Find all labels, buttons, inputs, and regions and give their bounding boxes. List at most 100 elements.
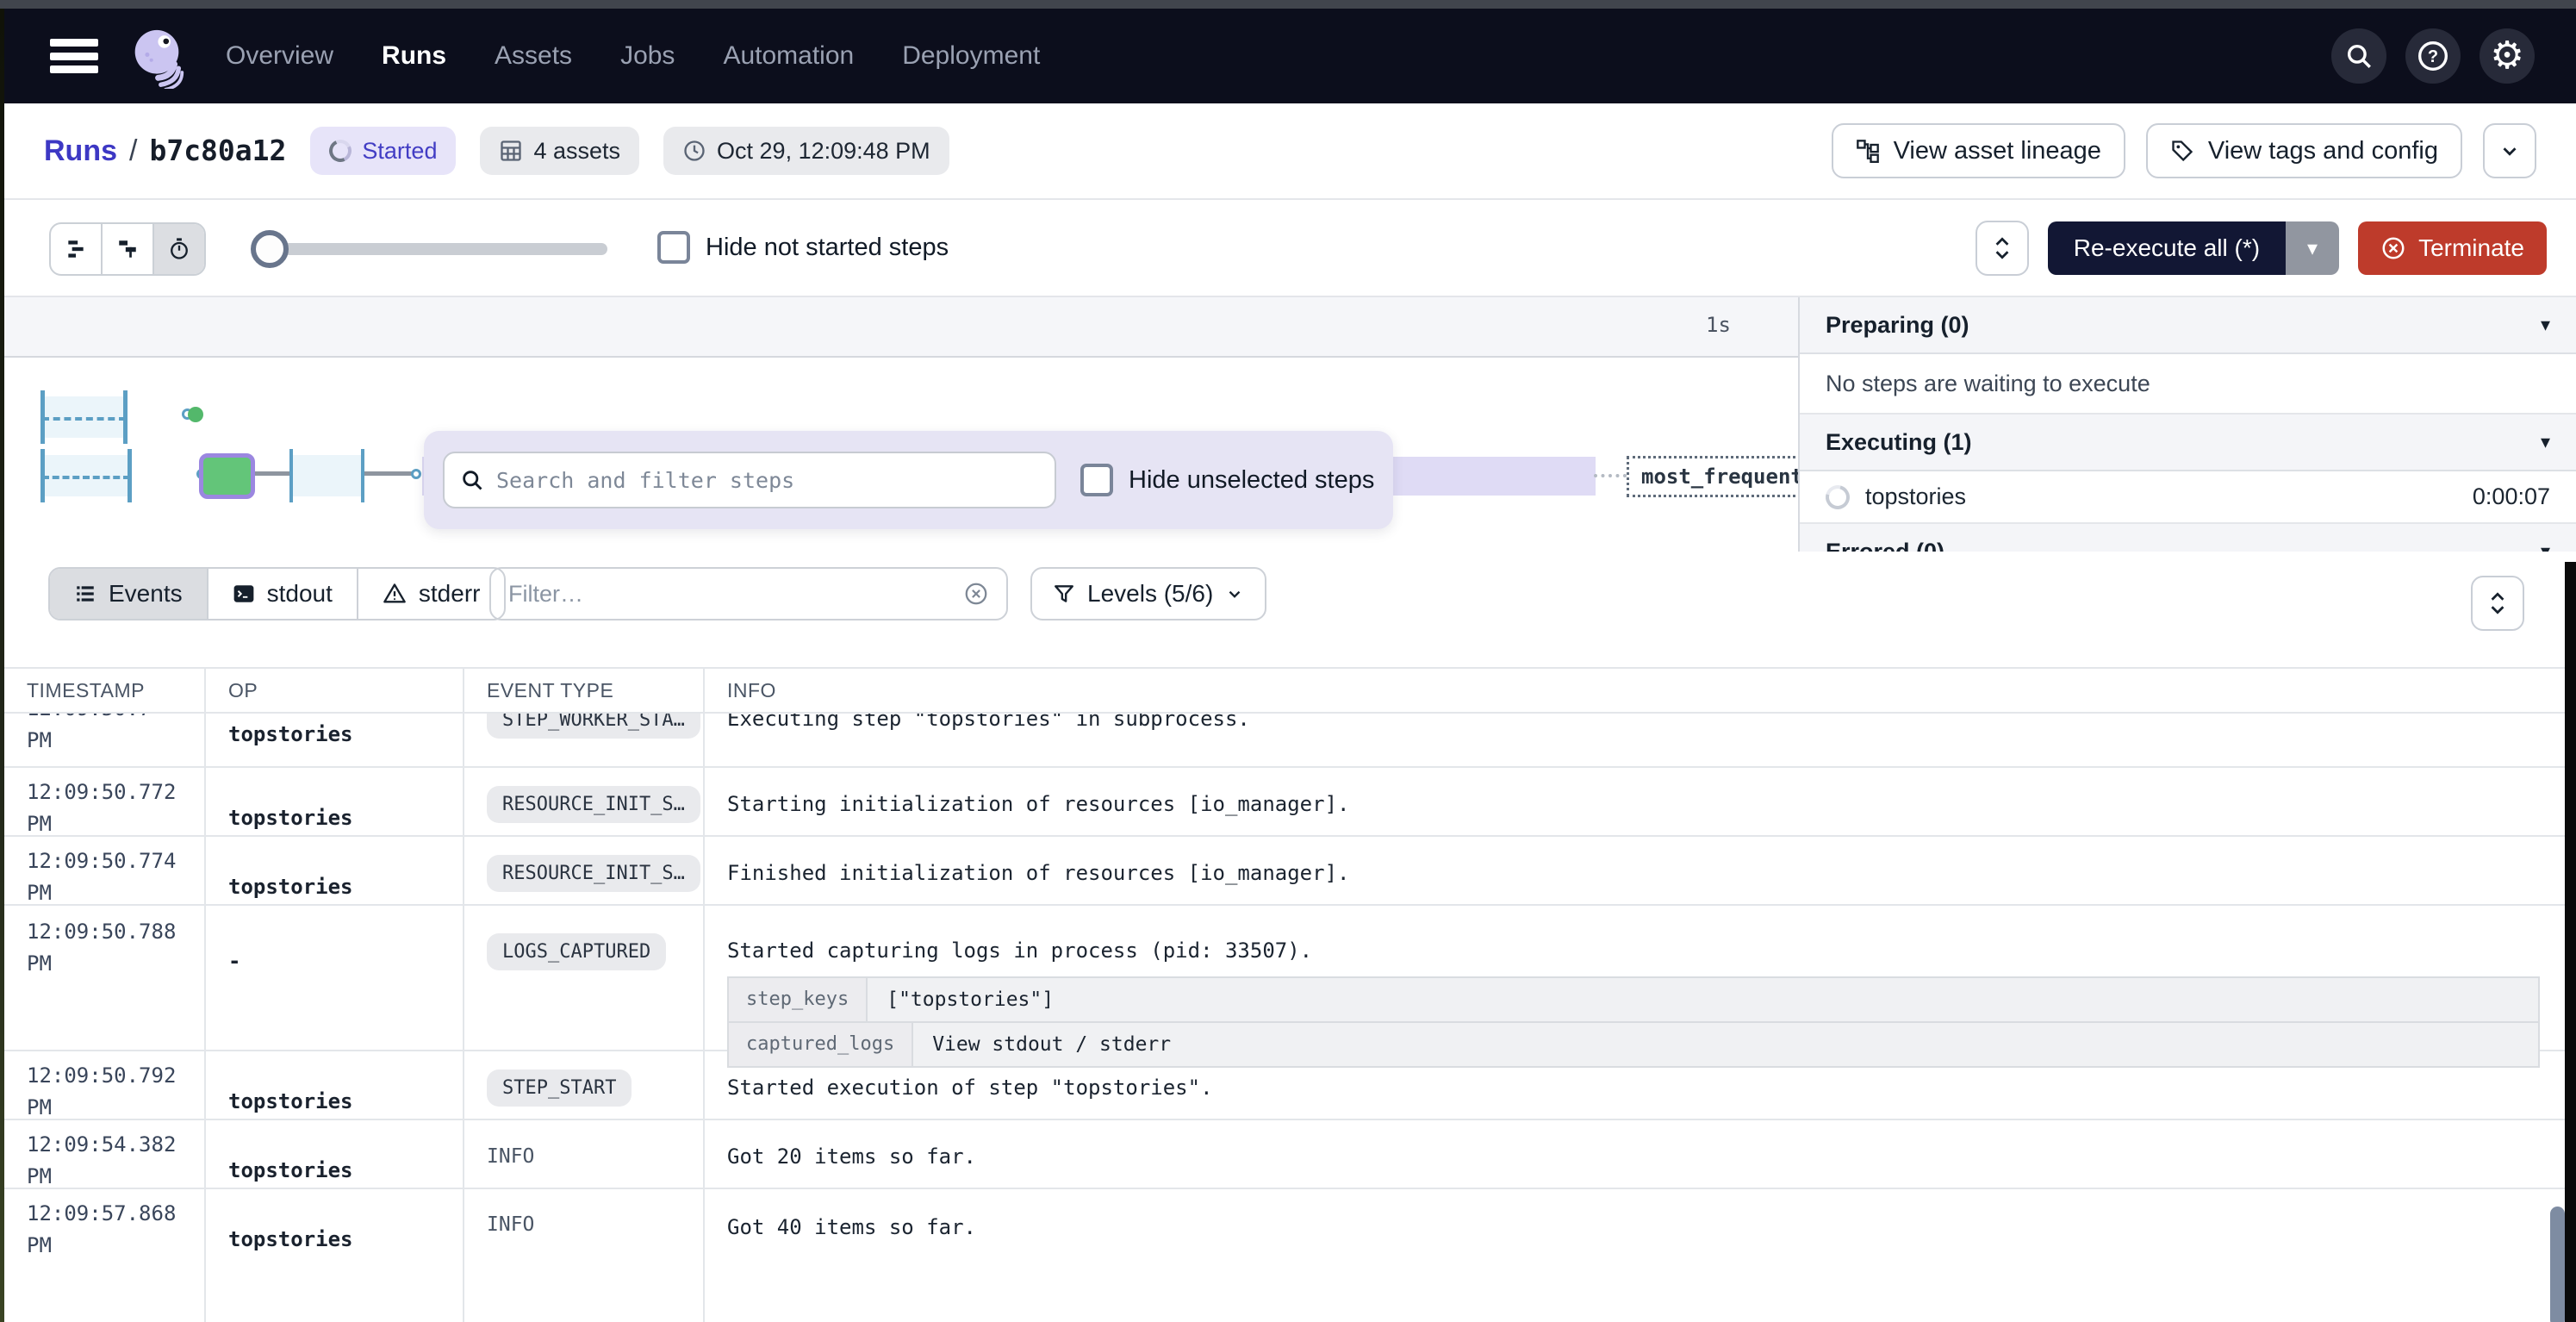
dagster-logo-icon[interactable] — [124, 23, 190, 89]
clear-filter-icon[interactable] — [963, 581, 989, 607]
gantt-tick-1s: 1s — [1706, 313, 1731, 337]
executing-step-row[interactable]: topstories 0:00:07 — [1800, 471, 2576, 524]
run-id: b7c80a12 — [149, 134, 286, 167]
tag-icon — [2170, 139, 2194, 163]
gantt-chart: 1s most_frequent — [4, 297, 1798, 552]
nav-automation[interactable]: Automation — [723, 41, 854, 71]
desktop-edge-sliver — [0, 9, 4, 1322]
levels-dropdown-button[interactable]: Levels (5/6) — [1030, 567, 1266, 620]
collapse-caret-icon: ▾ — [2541, 540, 2550, 552]
updown-chevrons-icon — [2486, 590, 2509, 616]
tab-events[interactable]: Events — [50, 569, 208, 619]
spinner-icon — [1821, 480, 1854, 513]
hide-not-started-label: Hide not started steps — [706, 234, 949, 262]
page-scrollbar-rail[interactable] — [2565, 562, 2576, 1322]
status-badge: Started — [310, 127, 456, 175]
reexecute-split-button: Re-execute all (*) ▾ — [2048, 221, 2339, 275]
breadcrumb-runs-link[interactable]: Runs — [44, 134, 117, 168]
view-asset-lineage-button[interactable]: View asset lineage — [1832, 123, 2125, 178]
assets-badge[interactable]: 4 assets — [480, 127, 639, 175]
run-header: Runs / b7c80a12 Started 4 assets Oct 29,… — [4, 103, 2576, 200]
log-row[interactable]: 12:09:50.792PM topstories STEP_START Sta… — [4, 1051, 2566, 1120]
gantt-toolbar: Hide not started steps Re-execute all (*… — [4, 200, 2576, 297]
not-started-step-box[interactable] — [40, 396, 128, 438]
chevron-down-icon — [2498, 140, 2521, 162]
terminal-icon — [233, 583, 255, 605]
svg-text:?: ? — [2428, 47, 2438, 66]
run-actions-dropdown-button[interactable] — [2483, 123, 2536, 178]
search-icon — [460, 468, 484, 492]
waterfall-icon — [116, 238, 139, 260]
warning-triangle-icon — [383, 582, 407, 606]
spinner-icon — [327, 136, 355, 165]
not-started-step-box[interactable] — [40, 455, 132, 496]
log-row[interactable]: 12:09:54.382PM topstories INFO Got 20 it… — [4, 1120, 2566, 1189]
gantt-mode-flat-button[interactable] — [51, 224, 103, 274]
stopwatch-icon — [167, 237, 191, 261]
breadcrumb-separator: / — [129, 134, 137, 168]
main-nav: Overview Runs Assets Jobs Automation Dep… — [226, 41, 1040, 71]
updown-chevrons-icon — [1991, 235, 2013, 261]
log-filter-input[interactable] — [508, 581, 951, 608]
col-info: INFO — [705, 669, 2566, 712]
collapse-caret-icon: ▾ — [2541, 314, 2550, 336]
section-executing[interactable]: Executing (1) ▾ — [1800, 415, 2576, 471]
flat-list-icon — [65, 238, 87, 260]
expand-panel-button[interactable] — [1976, 221, 2029, 276]
expand-log-panel-button[interactable] — [2471, 576, 2524, 631]
events-toolbar: Events stdout stderr — [4, 552, 2576, 667]
asset-grid-icon — [499, 139, 523, 163]
gantt-mode-timed-button[interactable] — [154, 224, 204, 274]
event-log-table: TIMESTAMP OP EVENT TYPE INFO 12:09:50.7P… — [4, 667, 2566, 1322]
settings-button[interactable]: ⚙ — [2480, 28, 2535, 84]
gantt-zoom-slider[interactable] — [257, 243, 607, 255]
gantt-zoom-slider-handle[interactable] — [251, 230, 289, 268]
gantt-mode-waterfall-button[interactable] — [103, 224, 154, 274]
clock-icon — [682, 139, 706, 163]
help-icon: ? — [2416, 39, 2450, 73]
reexecute-all-button[interactable]: Re-execute all (*) — [2048, 221, 2286, 275]
nav-overview[interactable]: Overview — [226, 41, 333, 71]
hide-unselected-checkbox[interactable] — [1080, 464, 1113, 496]
start-time-badge: Oct 29, 12:09:48 PM — [663, 127, 949, 175]
search-button[interactable] — [2331, 28, 2386, 84]
terminate-button[interactable]: Terminate — [2358, 221, 2547, 275]
pending-step-box[interactable] — [289, 455, 364, 496]
section-errored[interactable]: Errored (0) ▾ — [1800, 524, 2576, 552]
col-timestamp: TIMESTAMP — [4, 669, 206, 712]
search-icon — [2344, 41, 2374, 71]
nav-assets[interactable]: Assets — [495, 41, 572, 71]
event-list-icon — [74, 583, 96, 605]
chevron-down-icon — [1225, 584, 1244, 603]
log-filter-box — [489, 567, 1008, 620]
log-row[interactable]: 12:09:50.788PM - LOGS_CAPTURED Started c… — [4, 906, 2566, 1051]
nav-jobs[interactable]: Jobs — [620, 41, 675, 71]
step-box-most-frequent[interactable]: most_frequent — [1627, 456, 1798, 497]
nav-runs[interactable]: Runs — [382, 41, 446, 71]
log-tabs: Events stdout stderr — [48, 567, 506, 620]
view-tags-config-button[interactable]: View tags and config — [2146, 123, 2462, 178]
log-row[interactable]: 12:09:50.772PM topstories RESOURCE_INIT_… — [4, 768, 2566, 837]
run-steps-panel: Preparing (0) ▾ No steps are waiting to … — [1798, 297, 2576, 552]
tab-stdout[interactable]: stdout — [208, 569, 358, 619]
gear-icon: ⚙ — [2490, 37, 2523, 75]
log-table-header: TIMESTAMP OP EVENT TYPE INFO — [4, 667, 2566, 714]
help-button[interactable]: ? — [2405, 28, 2461, 84]
hide-not-started-checkbox[interactable] — [657, 231, 690, 264]
hamburger-menu-icon[interactable] — [50, 39, 98, 73]
gantt-time-axis: 1s — [4, 297, 1798, 358]
collapse-caret-icon: ▾ — [2541, 431, 2550, 453]
gantt-filter-overlay: Hide unselected steps — [424, 431, 1393, 529]
tab-stderr[interactable]: stderr — [358, 569, 505, 619]
log-row[interactable]: 12:09:50.7PM topstories STEP_WORKER_STA…… — [4, 714, 2566, 768]
funnel-icon — [1053, 583, 1075, 605]
step-search-input[interactable] — [496, 468, 1039, 493]
reexecute-dropdown-button[interactable]: ▾ — [2286, 221, 2339, 275]
nav-deployment[interactable]: Deployment — [902, 41, 1040, 71]
log-row[interactable]: 12:09:50.774PM topstories RESOURCE_INIT_… — [4, 837, 2566, 906]
executing-step-box-topstories[interactable] — [199, 453, 255, 499]
log-row[interactable]: 12:09:57.868PM topstories INFO Got 40 it… — [4, 1189, 2566, 1322]
completed-step-dot[interactable] — [188, 407, 203, 422]
page-scrollbar-thumb[interactable] — [2550, 1207, 2565, 1322]
section-preparing[interactable]: Preparing (0) ▾ — [1800, 297, 2576, 354]
